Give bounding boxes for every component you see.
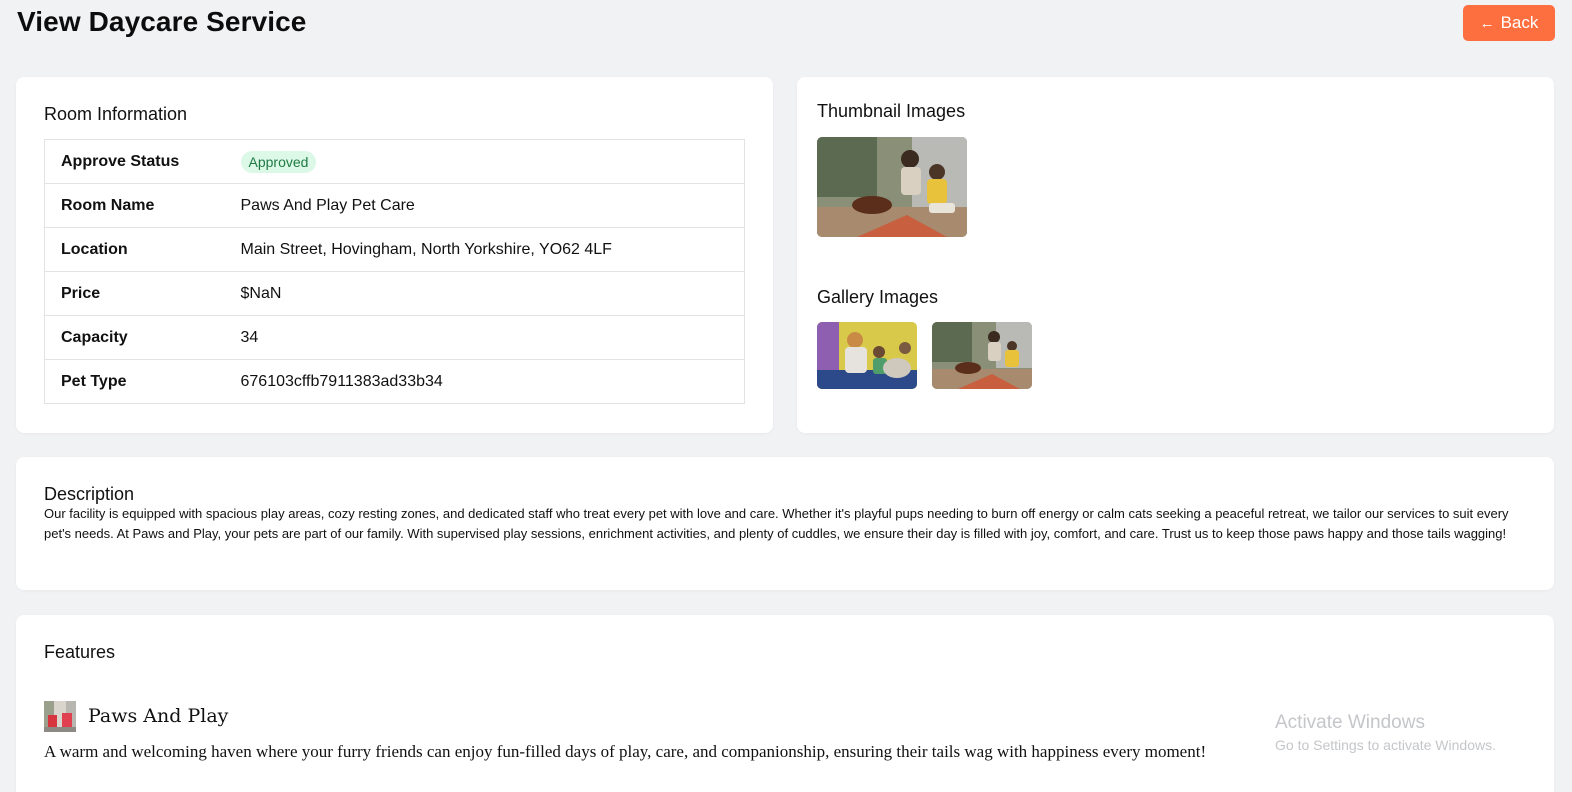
feature-thumbnail-icon [44,701,76,732]
features-title: Features [44,642,116,662]
status-badge: Approved [240,150,317,173]
gallery-image[interactable] [932,322,1032,389]
description-text: Our facility is equipped with spacious p… [44,506,1509,541]
arrow-left-icon: ← [1479,14,1495,32]
room-information-title: Room Information [44,104,188,124]
back-button-label: Back [1500,13,1539,32]
row-label: Approve Status [44,139,225,184]
table-row: Pet Type 676103cffb7911383ad33b34 [44,359,745,404]
features-card: Features Paws And Play A warm and welcom… [16,615,1554,792]
row-value: 676103cffb7911383ad33b34 [224,359,745,404]
row-value: $NaN [224,271,745,316]
feature-description: A warm and welcoming haven where your fu… [44,742,1207,761]
row-value: Main Street, Hovingham, North Yorkshire,… [224,227,745,272]
row-label: Price [44,271,225,316]
row-label: Location [44,227,225,272]
back-button[interactable]: ← Back [1463,5,1555,41]
watermark-title: Activate Windows [1275,712,1425,733]
images-card: Thumbnail Images Gallery Images [797,77,1554,433]
thumbnail-image[interactable] [817,137,967,237]
description-card: Description Our facility is equipped wit… [16,457,1554,590]
table-row: Approve Status Approved [44,139,745,184]
table-row: Price $NaN [44,271,745,316]
row-value: 34 [224,315,745,360]
room-information-card: Room Information Approve Status Approved… [16,77,773,433]
row-label: Capacity [44,315,225,360]
table-row: Capacity 34 [44,315,745,360]
room-information-table: Approve Status Approved Room Name Paws A… [44,139,745,404]
row-label: Pet Type [44,359,225,404]
page-title: View Daycare Service [17,6,307,37]
activate-windows-watermark: Activate Windows Go to Settings to activ… [1275,712,1496,753]
row-label: Room Name [44,183,225,228]
description-title: Description [44,484,135,504]
gallery-images-title: Gallery Images [817,287,939,307]
gallery-image[interactable] [817,322,917,389]
table-row: Room Name Paws And Play Pet Care [44,183,745,228]
table-row: Location Main Street, Hovingham, North Y… [44,227,745,272]
watermark-subtitle: Go to Settings to activate Windows. [1275,737,1496,753]
feature-name: Paws And Play [88,705,229,727]
thumbnail-images-title: Thumbnail Images [817,101,966,121]
row-value: Paws And Play Pet Care [224,183,745,228]
